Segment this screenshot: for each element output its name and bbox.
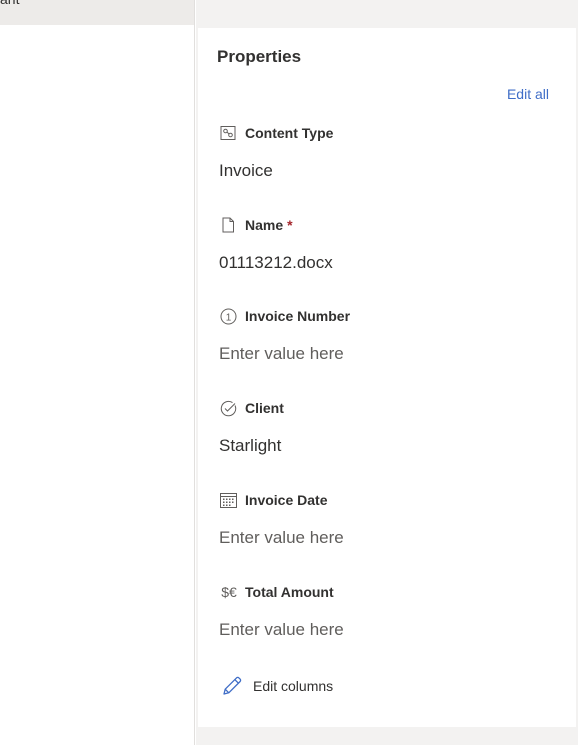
field-label-invoice-date: Invoice Date: [245, 492, 328, 508]
left-list-item-label: ant: [0, 0, 19, 7]
field-total-amount: $€ Total Amount Enter value here: [219, 582, 549, 642]
left-pane: ant: [0, 0, 195, 745]
field-value-invoice-date[interactable]: Enter value here: [219, 528, 549, 550]
pencil-icon: [221, 675, 243, 697]
edit-all-link[interactable]: Edit all: [507, 86, 549, 102]
calendar-icon: [219, 491, 237, 509]
details-pane: Properties Edit all Content Type Invoice…: [196, 0, 578, 745]
field-value-client[interactable]: Starlight: [219, 436, 549, 458]
field-name: Name * 01113212.docx: [219, 215, 549, 275]
edit-columns-button[interactable]: Edit columns: [221, 675, 333, 697]
field-value-total-amount[interactable]: Enter value here: [219, 620, 549, 642]
properties-panel: Properties Edit all Content Type Invoice…: [198, 28, 576, 727]
field-client: Client Starlight: [219, 398, 549, 458]
svg-text:1: 1: [225, 312, 231, 323]
app-root: ant Properties Edit all: [0, 0, 578, 745]
number-circle-icon: 1: [219, 307, 237, 325]
field-label-total-amount: Total Amount: [245, 584, 334, 600]
currency-icon: $€: [221, 584, 237, 600]
field-value-invoice-number[interactable]: Enter value here: [219, 344, 549, 366]
field-value-name[interactable]: 01113212.docx: [219, 253, 549, 275]
field-content-type: Content Type Invoice: [219, 123, 549, 183]
required-marker: *: [287, 217, 293, 233]
properties-title: Properties: [217, 47, 302, 66]
edit-columns-label: Edit columns: [253, 678, 334, 694]
check-circle-icon: [219, 399, 237, 417]
field-invoice-date: Invoice Date Enter value here: [219, 490, 549, 550]
left-list-item-selected[interactable]: ant: [0, 0, 194, 25]
field-invoice-number: 1 Invoice Number Enter value here: [219, 306, 549, 366]
document-icon: [219, 216, 237, 234]
field-value-content-type[interactable]: Invoice: [219, 161, 549, 183]
content-type-icon: [219, 124, 237, 142]
field-label-invoice-number: Invoice Number: [245, 308, 351, 324]
field-label-name: Name: [245, 217, 284, 233]
field-label-client: Client: [245, 400, 284, 416]
field-label-content-type: Content Type: [245, 125, 334, 141]
